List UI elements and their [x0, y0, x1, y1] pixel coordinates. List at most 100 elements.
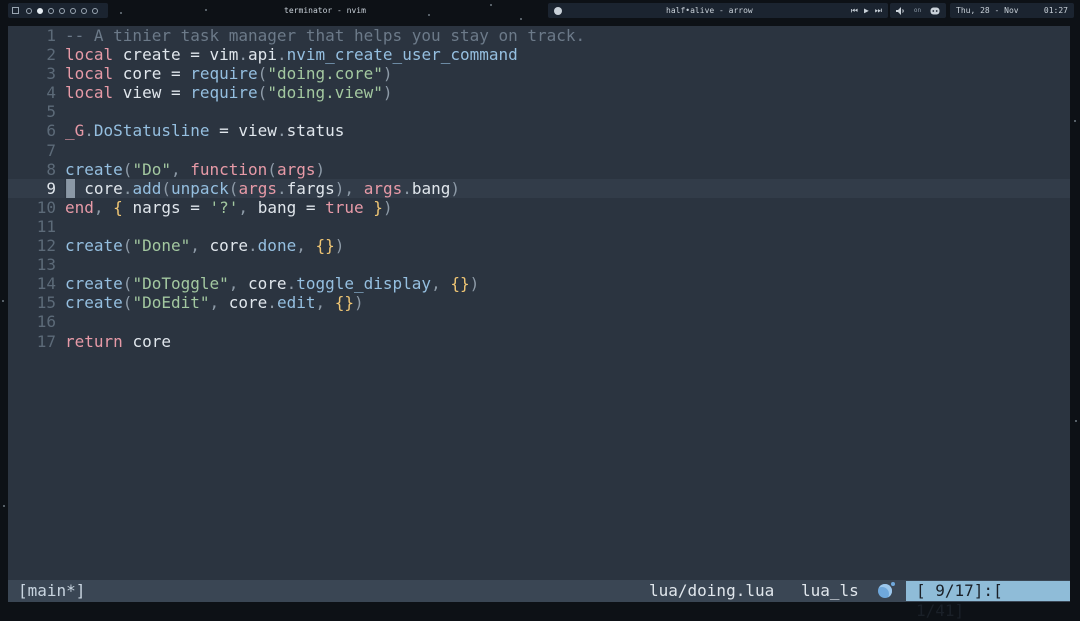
- lsp-client: lua_ls: [801, 581, 859, 600]
- code-text[interactable]: _G.DoStatusline = view.status: [65, 121, 344, 140]
- code-token: local: [65, 45, 123, 65]
- line-number: 10: [36, 197, 56, 217]
- workspace-6[interactable]: [81, 7, 87, 14]
- code-line[interactable]: 4 local view = require("doing.view"): [8, 83, 1070, 102]
- workspace-1[interactable]: [26, 7, 32, 14]
- line-number: 7: [46, 140, 56, 160]
- code-token: {}: [450, 274, 470, 294]
- speaker-icon[interactable]: [896, 6, 905, 15]
- code-text[interactable]: local view = require("doing.view"): [65, 83, 393, 102]
- code-token: DoStatusline: [93, 121, 210, 141]
- code-token: "DoToggle": [132, 274, 229, 294]
- code-token: return: [65, 331, 133, 351]
- code-text[interactable]: ▏ core.add(unpack(args.fargs), args.bang…: [65, 178, 460, 198]
- nvim-editor[interactable]: 1 -- A tinier task manager that helps you…: [8, 26, 1070, 620]
- workspace-5[interactable]: [70, 7, 76, 14]
- line-number: 3: [46, 64, 56, 84]
- code-token: local: [65, 83, 123, 103]
- code-buffer[interactable]: 1 -- A tinier task manager that helps you…: [8, 26, 1070, 351]
- code-text[interactable]: create("Do", function(args): [65, 160, 325, 179]
- code-line[interactable]: 8 create("Do", function(args): [8, 160, 1070, 179]
- next-track-icon[interactable]: ⏭: [875, 6, 882, 16]
- code-token: ,: [315, 293, 335, 313]
- code-text[interactable]: return core: [65, 332, 171, 351]
- code-token: (: [161, 178, 171, 198]
- app-grid-icon[interactable]: [12, 7, 19, 14]
- code-line[interactable]: 7: [8, 141, 1070, 160]
- code-token: fargs: [286, 178, 335, 198]
- code-text[interactable]: create("DoEdit", core.edit, {}): [65, 293, 364, 312]
- code-line[interactable]: 17 return core: [8, 332, 1070, 351]
- workspace-3[interactable]: [48, 7, 54, 14]
- code-token: =: [180, 45, 210, 65]
- code-token: ): [354, 293, 364, 313]
- code-token: unpack: [171, 178, 229, 198]
- code-text[interactable]: -- A tinier task manager that helps you …: [65, 26, 585, 45]
- code-token: {}: [334, 293, 354, 313]
- code-token: '?': [209, 197, 239, 217]
- code-token: bang =: [257, 197, 326, 217]
- code-token: create: [65, 236, 123, 256]
- code-token: function: [190, 159, 268, 179]
- code-line[interactable]: 6 _G.DoStatusline = view.status: [8, 121, 1070, 140]
- workspace-4[interactable]: [59, 7, 65, 14]
- network-label[interactable]: on: [914, 7, 921, 14]
- code-text[interactable]: local create = vim.api.nvim_create_user_…: [65, 45, 518, 64]
- code-token: {}: [315, 236, 335, 256]
- workspace-7[interactable]: [92, 7, 98, 14]
- code-token: args: [238, 178, 277, 198]
- code-token: .: [84, 121, 94, 141]
- code-line[interactable]: 3 local core = require("doing.core"): [8, 64, 1070, 83]
- code-line[interactable]: 11: [8, 217, 1070, 236]
- code-token: (: [257, 64, 268, 84]
- code-line[interactable]: 2 local create = vim.api.nvim_create_user…: [8, 45, 1070, 64]
- cursor-position: [ 9/17]:[ 1/41]: [906, 581, 1070, 620]
- play-icon[interactable]: ▶: [864, 6, 869, 16]
- line-number: 1: [46, 26, 56, 45]
- system-tray[interactable]: on: [890, 3, 946, 18]
- line-number: 9: [46, 178, 56, 198]
- line-number: 12: [36, 236, 56, 256]
- code-token: .: [276, 121, 287, 141]
- code-line[interactable]: 1 -- A tinier task manager that helps you…: [8, 26, 1070, 45]
- code-line[interactable]: 5: [8, 102, 1070, 121]
- line-number: 5: [46, 102, 56, 122]
- code-line[interactable]: 9 ▏ core.add(unpack(args.fargs), args.ban…: [8, 178, 1070, 198]
- code-token: ): [315, 159, 326, 179]
- code-line[interactable]: 10 end, { nargs = '?', bang = true }): [8, 198, 1070, 217]
- text-cursor: ▏: [65, 178, 75, 198]
- code-token: .: [238, 45, 249, 65]
- code-line[interactable]: 13: [8, 255, 1070, 274]
- code-text[interactable]: local core = require("doing.core"): [65, 64, 393, 83]
- code-token: _G: [65, 121, 85, 141]
- code-token: .: [248, 236, 258, 256]
- workspace-switcher[interactable]: [8, 3, 108, 18]
- code-text[interactable]: create("Done", core.done, {}): [65, 236, 344, 255]
- code-token: "DoEdit": [132, 293, 210, 313]
- clock[interactable]: Thu, 28 - Nov 01:27: [950, 3, 1074, 18]
- code-token: (: [257, 83, 268, 103]
- code-text[interactable]: end, { nargs = '?', bang = true }): [65, 198, 393, 217]
- code-text[interactable]: create("DoToggle", core.toggle_display, …: [65, 274, 479, 293]
- line-number: 16: [36, 312, 56, 332]
- code-line[interactable]: 16: [8, 312, 1070, 331]
- code-token: ): [382, 197, 393, 217]
- line-number: 2: [46, 45, 56, 65]
- line-number: 13: [36, 255, 56, 275]
- code-line[interactable]: 12 create("Done", core.done, {}): [8, 236, 1070, 255]
- code-token: nvim_create_user_command: [286, 45, 518, 65]
- code-token: ): [382, 64, 393, 84]
- code-token: end: [65, 197, 94, 217]
- code-token: .: [286, 274, 297, 294]
- code-line[interactable]: 15 create("DoEdit", core.edit, {}): [8, 293, 1070, 312]
- code-token: require: [190, 83, 258, 103]
- code-token: args: [363, 178, 403, 198]
- discord-icon[interactable]: [930, 7, 940, 15]
- previous-track-icon[interactable]: ⏮: [851, 6, 858, 16]
- workspace-2[interactable]: [37, 7, 43, 14]
- window-title-text: terminator - nvim: [284, 6, 366, 15]
- code-line[interactable]: 14 create("DoToggle", core.toggle_display…: [8, 274, 1070, 293]
- line-number: 6: [46, 121, 56, 141]
- media-player[interactable]: half•alive - arrow ⏮ ▶ ⏭: [548, 3, 888, 18]
